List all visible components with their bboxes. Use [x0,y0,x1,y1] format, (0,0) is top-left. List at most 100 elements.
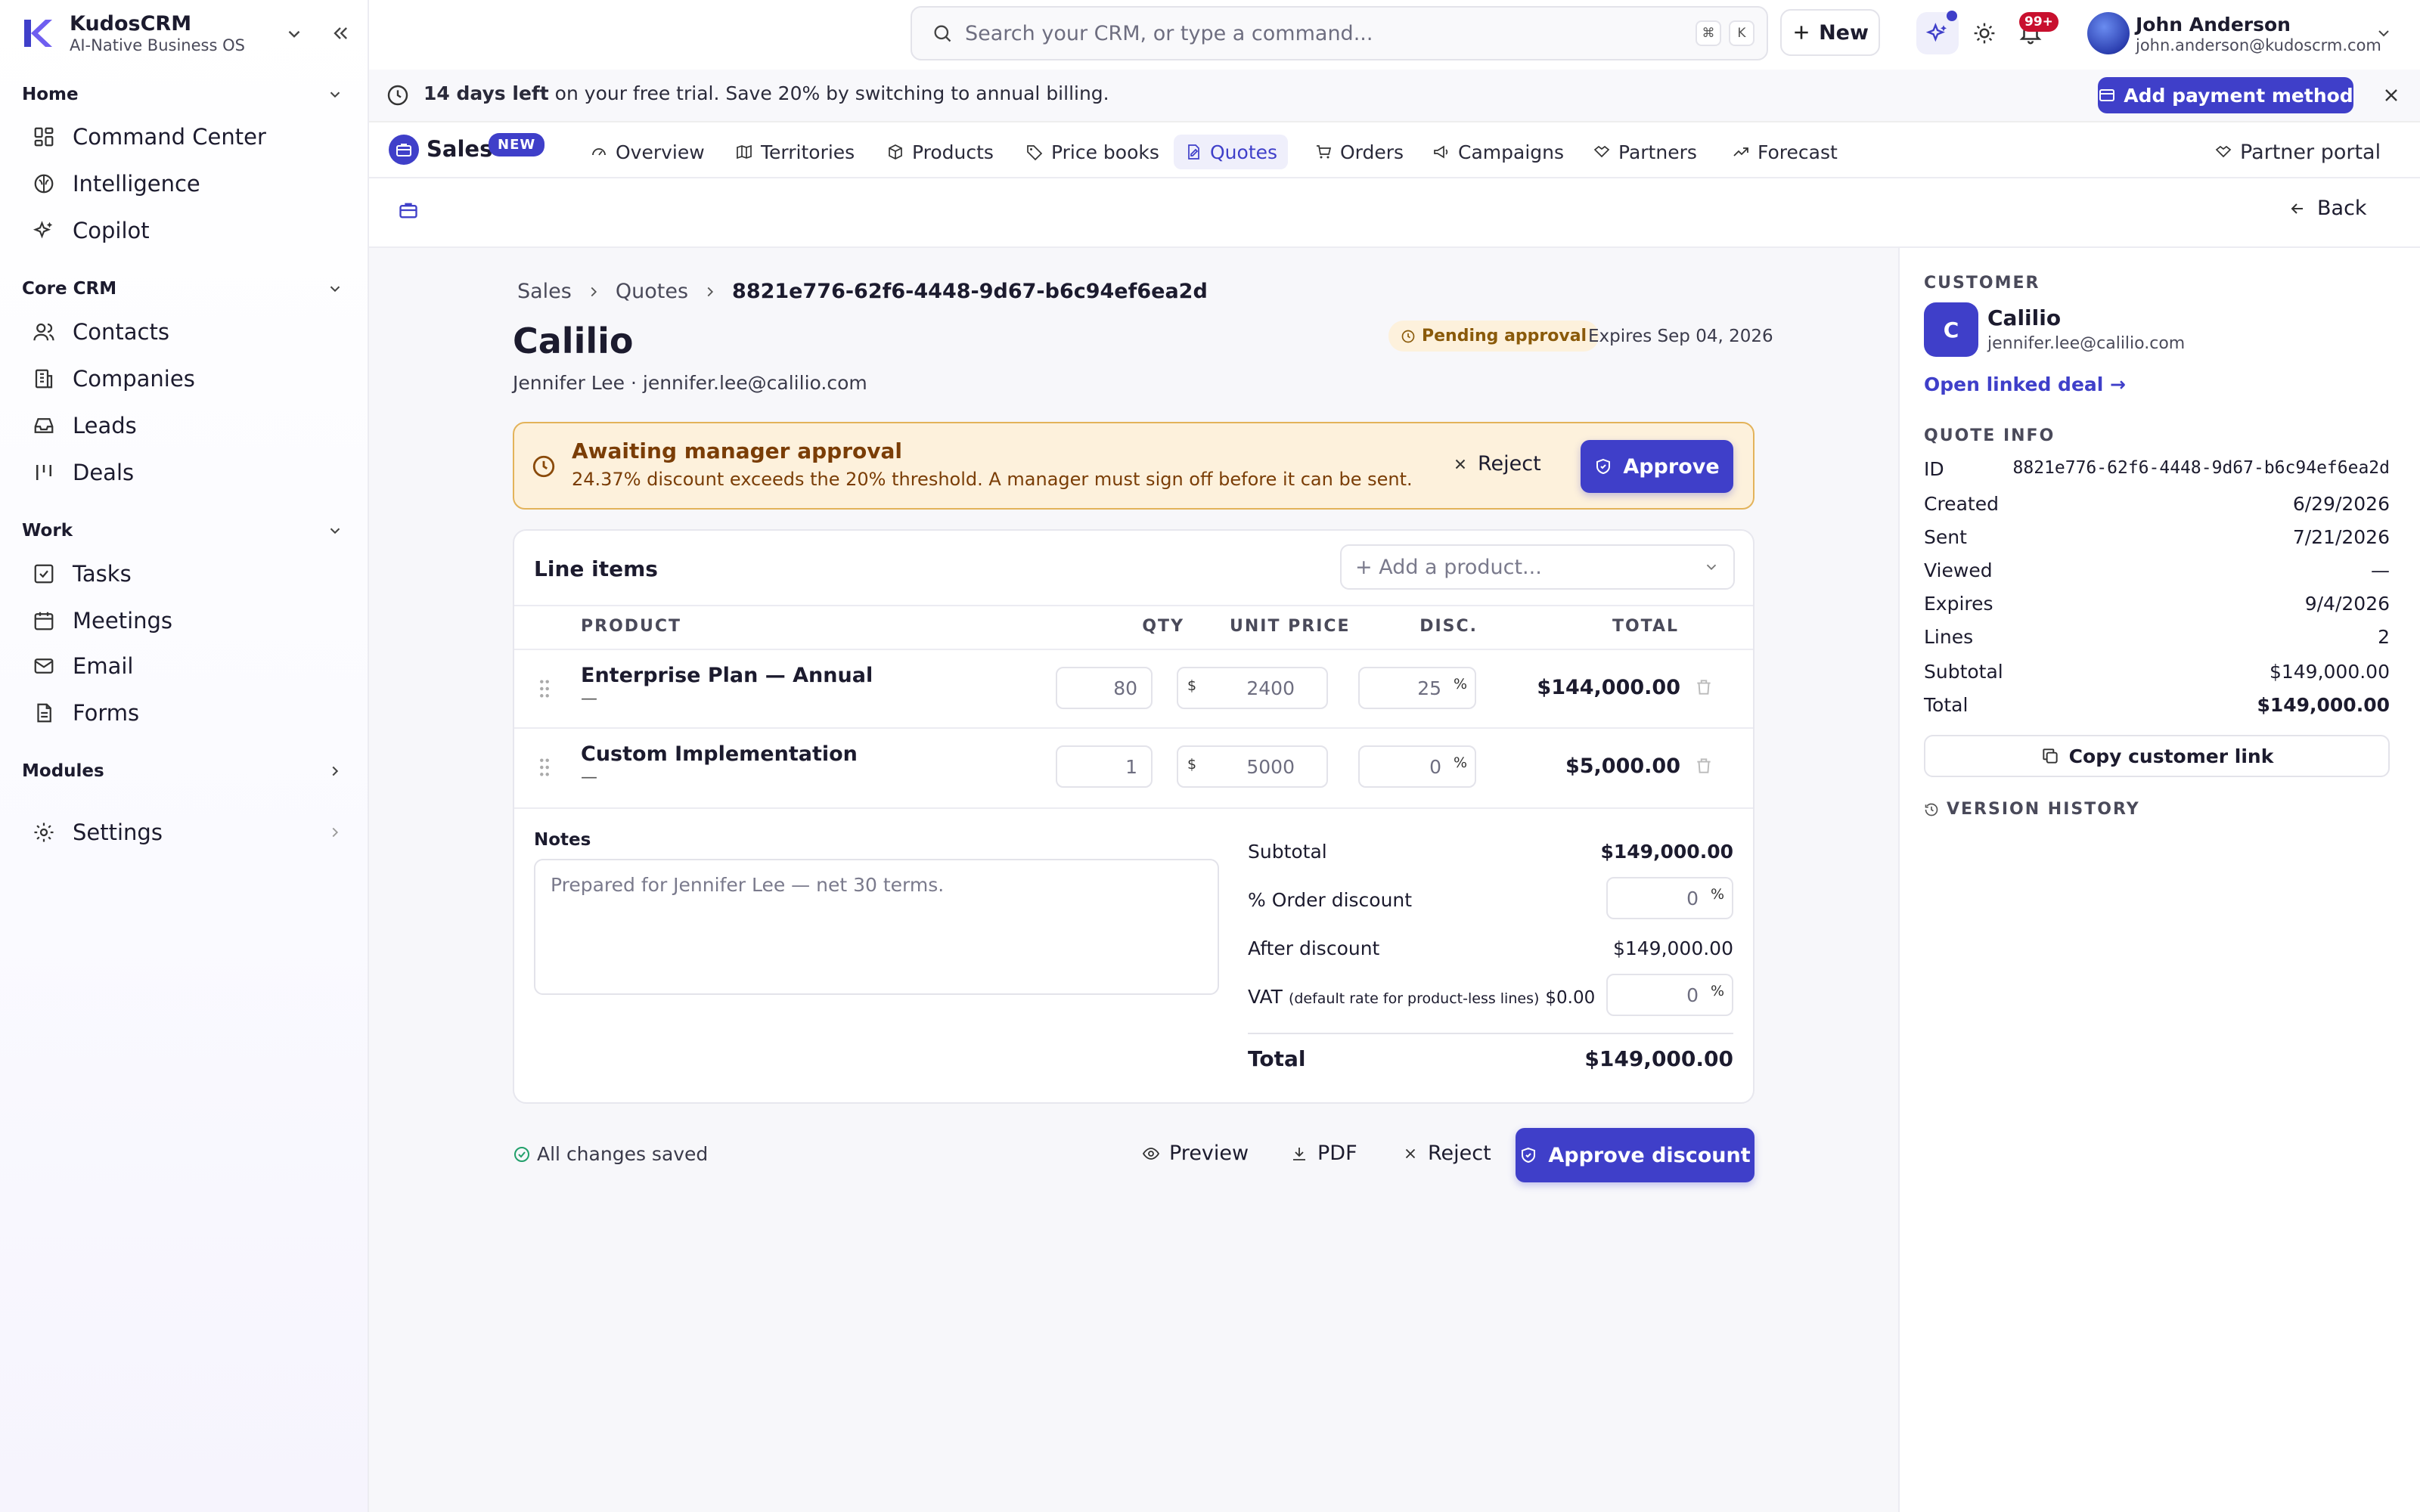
sidebar-item-label: Meetings [73,608,173,634]
col-product: PRODUCT [581,617,682,636]
sidebar-item-meetings[interactable]: Meetings [0,600,340,642]
tab-quotes[interactable]: Quotes [1174,135,1289,169]
tab-price-books[interactable]: Price books [1015,135,1170,169]
sidebar-item-forms[interactable]: Forms [0,692,340,734]
search-input[interactable]: Search your CRM, or type a command... ⌘ … [911,6,1768,60]
sidebar-item-label: Tasks [73,561,132,587]
breadcrumb-sales[interactable]: Sales [517,280,572,303]
sidebar-item-email[interactable]: Email [0,645,340,687]
quote-contact: Jennifer Lee · jennifer.lee@calilio.com [513,372,867,394]
cart-icon [1314,143,1333,161]
briefcase-icon[interactable] [398,200,419,221]
breadcrumb-quotes[interactable]: Quotes [616,280,688,303]
chevron-right-icon[interactable] [327,763,343,779]
copy-customer-link-button[interactable]: Copy customer link [1924,735,2390,777]
info-row-expires: Expires 9/4/2026 [1924,593,2390,615]
add-payment-method-button[interactable]: Add payment method [2098,77,2353,113]
sidebar-item-copilot[interactable]: Copilot [0,209,340,252]
trash-icon[interactable] [1694,756,1714,776]
notes-textarea[interactable]: Prepared for Jennifer Lee — net 30 terms… [534,859,1219,995]
tag-icon [1025,143,1044,161]
tab-forecast[interactable]: Forecast [1721,135,1848,169]
chevron-down-icon[interactable] [2375,24,2393,42]
trash-icon[interactable] [1694,677,1714,697]
info-label: Lines [1924,626,1974,648]
subtotal-value: $149,000.00 [1600,841,1733,863]
approve-button[interactable]: Approve [1581,440,1733,493]
sidebar-item-deals[interactable]: Deals [0,451,340,494]
col-total: TOTAL [1612,617,1679,636]
users-icon [30,318,57,345]
tab-label: Partners [1618,141,1697,163]
inbox-icon [30,412,57,439]
info-value: 7/21/2026 [2292,526,2390,548]
close-icon[interactable] [2381,85,2402,106]
open-linked-deal-link[interactable]: Open linked deal → [1924,373,2126,395]
reject-button[interactable]: Reject [1452,452,1541,476]
trial-text: 14 days left on your free trial. Save 20… [424,82,1109,104]
drag-handle-icon[interactable] [537,758,552,777]
sun-icon[interactable] [1972,21,1996,45]
sidebar-item-label: Contacts [73,319,169,345]
chevron-down-icon[interactable] [327,86,343,103]
preview-button[interactable]: Preview [1142,1142,1249,1165]
sidebar-item-leads[interactable]: Leads [0,404,340,447]
customer-email: jennifer.lee@calilio.com [1987,334,2186,353]
approve-discount-button[interactable]: Approve discount [1516,1128,1754,1182]
qty-input[interactable]: 1 [1056,745,1153,788]
workspace-chevron-icon[interactable] [284,24,304,44]
partner-portal-link[interactable]: Partner portal [2204,135,2391,169]
tab-campaigns[interactable]: Campaigns [1422,135,1575,169]
chevron-down-icon[interactable] [327,522,343,539]
kbd-k: K [1729,20,1754,46]
tab-territories[interactable]: Territories [724,135,865,169]
sidebar-item-intelligence[interactable]: Intelligence [0,163,340,205]
expires-date: Expires Sep 04, 2026 [1588,327,1773,346]
chevron-down-icon[interactable] [327,280,343,297]
drag-handle-icon[interactable] [537,679,552,699]
add-product-select[interactable]: + Add a product... [1340,544,1735,590]
new-button[interactable]: New [1780,9,1880,56]
kanban-icon [30,459,57,486]
user-email: john.anderson@kudoscrm.com [2136,36,2381,54]
qty-input[interactable]: 80 [1056,667,1153,709]
discount-input[interactable]: 0 % [1358,745,1476,788]
sidebar-item-command-center[interactable]: Command Center [0,116,340,158]
trending-up-icon [1732,143,1750,161]
sparkles-icon [30,217,57,244]
tab-partners[interactable]: Partners [1582,135,1708,169]
reject-button[interactable]: Reject [1402,1142,1491,1165]
unit-price-input[interactable]: $ 5000 [1177,745,1328,788]
info-value: 9/4/2026 [2304,593,2390,615]
section-core-crm-label[interactable]: Core CRM [22,279,116,299]
discount-input[interactable]: 25 % [1358,667,1476,709]
tab-label: Quotes [1210,141,1278,163]
avatar[interactable] [2087,12,2130,54]
collapse-sidebar-icon[interactable] [330,23,351,44]
sidebar-item-companies[interactable]: Companies [0,358,340,400]
tab-label: Orders [1340,141,1404,163]
tab-orders[interactable]: Orders [1304,135,1414,169]
tab-label: Territories [761,141,855,163]
order-discount-input[interactable]: 0 % [1606,877,1733,919]
tab-overview[interactable]: Overview [579,135,715,169]
section-work-label[interactable]: Work [22,521,73,541]
sidebar-item-tasks[interactable]: Tasks [0,553,340,595]
version-history-toggle[interactable]: VERSION HISTORY [1924,800,2140,819]
sidebar-item-contacts[interactable]: Contacts [0,311,340,353]
save-status: All changes saved [513,1143,708,1165]
download-icon [1290,1145,1308,1163]
section-modules-label[interactable]: Modules [22,761,104,781]
ai-sparkle-button[interactable] [1916,11,1959,54]
info-label: ID [1924,458,1944,480]
section-home-label[interactable]: Home [22,85,79,104]
copy-link-label: Copy customer link [2068,745,2274,767]
pdf-button[interactable]: PDF [1290,1142,1357,1165]
credit-card-icon [2098,86,2116,104]
unit-price-input[interactable]: $ 2400 [1177,667,1328,709]
tab-products[interactable]: Products [876,135,1004,169]
status-label: Pending approval [1422,327,1587,345]
vat-input[interactable]: 0 % [1606,974,1733,1016]
sidebar-item-settings[interactable]: Settings [0,811,340,854]
back-button[interactable]: Back [2288,197,2367,220]
